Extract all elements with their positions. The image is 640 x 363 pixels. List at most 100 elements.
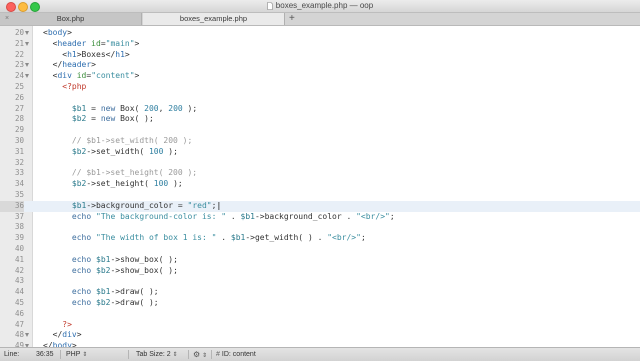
cursor-position[interactable]: Line:: [4, 348, 19, 361]
window-title: boxes_example.php — oop: [275, 1, 374, 10]
code-line[interactable]: 39 echo "The width of box 1 is: " . $b1-…: [0, 233, 640, 244]
code-line[interactable]: 29: [0, 125, 640, 136]
text-cursor: |: [216, 200, 222, 210]
code-token: echo: [43, 265, 92, 275]
code-token: ?>: [43, 319, 72, 329]
code-line[interactable]: 46: [0, 309, 640, 320]
line-number: 21: [14, 38, 24, 48]
code-token: <: [43, 38, 58, 48]
line-number: 36: [0, 200, 24, 212]
code-line[interactable]: 47 ?>: [0, 320, 640, 331]
line-number: 31: [14, 146, 24, 156]
code-token: $b1: [96, 254, 111, 264]
code-text: <div id="content">: [43, 71, 140, 82]
code-line[interactable]: 48 </div>: [0, 330, 640, 341]
chevron-updown-icon: ⇕: [82, 352, 88, 358]
language-label: PHP: [66, 351, 81, 358]
code-token: "main": [105, 38, 135, 48]
code-line[interactable]: 34 $b2->set_height( 100 );: [0, 179, 640, 190]
line-number: 41: [14, 254, 24, 264]
code-token: $b1: [43, 200, 87, 210]
line-number: 33: [14, 168, 24, 178]
code-line[interactable]: 44 echo $b1->draw( );: [0, 287, 640, 298]
code-editor[interactable]: 20 <body> 21 <header id="main"> 22 <h1>Boxe…: [0, 26, 640, 347]
code-line[interactable]: 32: [0, 158, 640, 169]
fold-arrow-icon[interactable]: [25, 74, 29, 79]
code-line[interactable]: 24 <div id="content">: [0, 71, 640, 82]
code-line[interactable]: 38: [0, 222, 640, 233]
code-text: // $b1->set_width( 200 );: [43, 136, 192, 147]
code-line[interactable]: 31 $b2->set_width( 100 );: [0, 147, 640, 158]
tab-box-php[interactable]: × Box.php: [0, 13, 142, 25]
code-token: "red": [187, 200, 212, 210]
code-token: >Boxes</: [76, 49, 116, 59]
status-bar: Line: 36:35 PHP ⇕ Tab Size: 2 ⇕ ⚙ ⇕ # ID: co…: [0, 347, 640, 361]
code-token: );: [163, 146, 178, 156]
line-number: 28: [14, 114, 24, 124]
code-line[interactable]: 26: [0, 93, 640, 104]
code-line[interactable]: 21 <header id="main">: [0, 39, 640, 50]
tab-size-value: 2: [166, 351, 171, 358]
symbol-selector[interactable]: # ID: content: [216, 348, 256, 361]
code-token: >: [134, 71, 140, 81]
line-number: 35: [14, 190, 24, 199]
code-line[interactable]: 37 echo "The background-color is: " . $b…: [0, 212, 640, 223]
line-number: 40: [14, 244, 24, 253]
code-line[interactable]: 41 echo $b1->show_box( );: [0, 255, 640, 266]
code-line[interactable]: 40: [0, 244, 640, 255]
code-token: ;: [360, 233, 366, 243]
code-token: echo: [43, 233, 92, 243]
tab-size-selector[interactable]: Tab Size: 2 ⇕: [136, 348, 178, 361]
code-text: echo $b1->show_box( );: [43, 255, 178, 266]
code-line[interactable]: 45 echo $b2->draw( );: [0, 298, 640, 309]
code-line[interactable]: 20 <body>: [0, 28, 640, 39]
code-line[interactable]: 30 // $b1->set_width( 200 );: [0, 136, 640, 147]
code-token: );: [168, 179, 183, 189]
code-line[interactable]: 43: [0, 276, 640, 287]
code-token: 200: [144, 103, 159, 113]
code-text: echo $b1->draw( );: [43, 287, 159, 298]
code-token: ->show_box( );: [110, 254, 178, 264]
line-number: 32: [14, 157, 24, 167]
code-token: ->set_height(: [86, 179, 154, 189]
line-number: 22: [14, 49, 24, 59]
line-number: 20: [14, 28, 24, 37]
code-token: );: [182, 103, 198, 113]
code-line[interactable]: 27 $b1 = new Box( 200, 200 );: [0, 104, 640, 115]
line-number: 24: [14, 71, 24, 81]
code-token: Box( );: [115, 114, 154, 124]
code-line[interactable]: 35: [0, 190, 640, 201]
code-text: echo $b2->show_box( );: [43, 266, 178, 277]
tab-close-icon[interactable]: ×: [5, 13, 9, 25]
code-token: =: [86, 103, 101, 113]
new-tab-icon[interactable]: +: [289, 13, 295, 25]
code-line[interactable]: 23 </header>: [0, 60, 640, 71]
code-text: $b1 = new Box( 200, 200 );: [43, 104, 197, 115]
settings-menu[interactable]: ⚙ ⇕: [193, 348, 207, 361]
code-token: ,: [158, 103, 169, 113]
window-title-area: boxes_example.php — oop: [0, 0, 640, 12]
code-text: $b2->set_height( 100 );: [43, 179, 183, 190]
code-token: echo: [43, 211, 92, 221]
code-token: =: [86, 114, 101, 124]
code-text: $b2->set_width( 100 );: [43, 147, 178, 158]
line-number: 29: [14, 125, 24, 135]
fold-arrow-icon[interactable]: [25, 63, 29, 68]
fold-arrow-icon[interactable]: [25, 41, 29, 46]
code-line[interactable]: 42 echo $b2->show_box( );: [0, 266, 640, 277]
code-text: echo "The background-color is: " . $b1->…: [43, 212, 395, 223]
code-line[interactable]: 33 // $b1->set_height( 200 );: [0, 168, 640, 179]
code-line[interactable]: 25 <?php: [0, 82, 640, 93]
fold-arrow-icon[interactable]: [25, 31, 29, 35]
code-line[interactable]: 22 <h1>Boxes</h1>: [0, 50, 640, 61]
code-line[interactable]: 36 $b1->background_color = "red";|: [0, 200, 640, 212]
code-line[interactable]: 28 $b2 = new Box( );: [0, 114, 640, 125]
code-token: new: [100, 103, 116, 113]
code-token: "content": [91, 71, 135, 81]
code-token: id: [86, 38, 101, 48]
fold-arrow-icon[interactable]: [25, 333, 29, 338]
language-selector[interactable]: PHP ⇕: [66, 348, 87, 361]
code-text: $b2 = new Box( );: [43, 114, 154, 125]
tab-boxes-example-php[interactable]: boxes_example.php: [143, 13, 285, 25]
tab-label: Box.php: [56, 14, 85, 23]
